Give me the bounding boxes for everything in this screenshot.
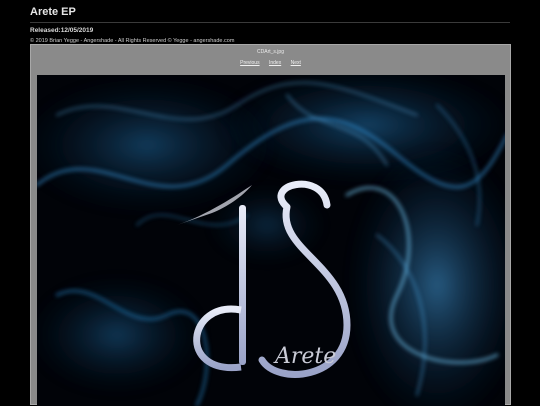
release-date: Released:12/05/2019 [30, 27, 94, 34]
image-viewer: CDArt_s.jpg Previous Index Next Arete [30, 44, 511, 406]
index-link[interactable]: Index [269, 60, 281, 66]
next-link[interactable]: Next [291, 60, 301, 66]
album-cover-art: Arete [37, 75, 505, 406]
image-navigation: Previous Index Next [31, 60, 510, 66]
image-filename: CDArt_s.jpg [257, 49, 284, 55]
page-title: Arete EP [30, 6, 510, 23]
album-cover-image[interactable]: Arete [37, 75, 505, 406]
album-header: Arete EP Released:12/05/2019 © 2019 Bria… [30, 6, 510, 44]
previous-link[interactable]: Previous [240, 60, 259, 66]
cover-title-text: Arete [273, 344, 336, 369]
